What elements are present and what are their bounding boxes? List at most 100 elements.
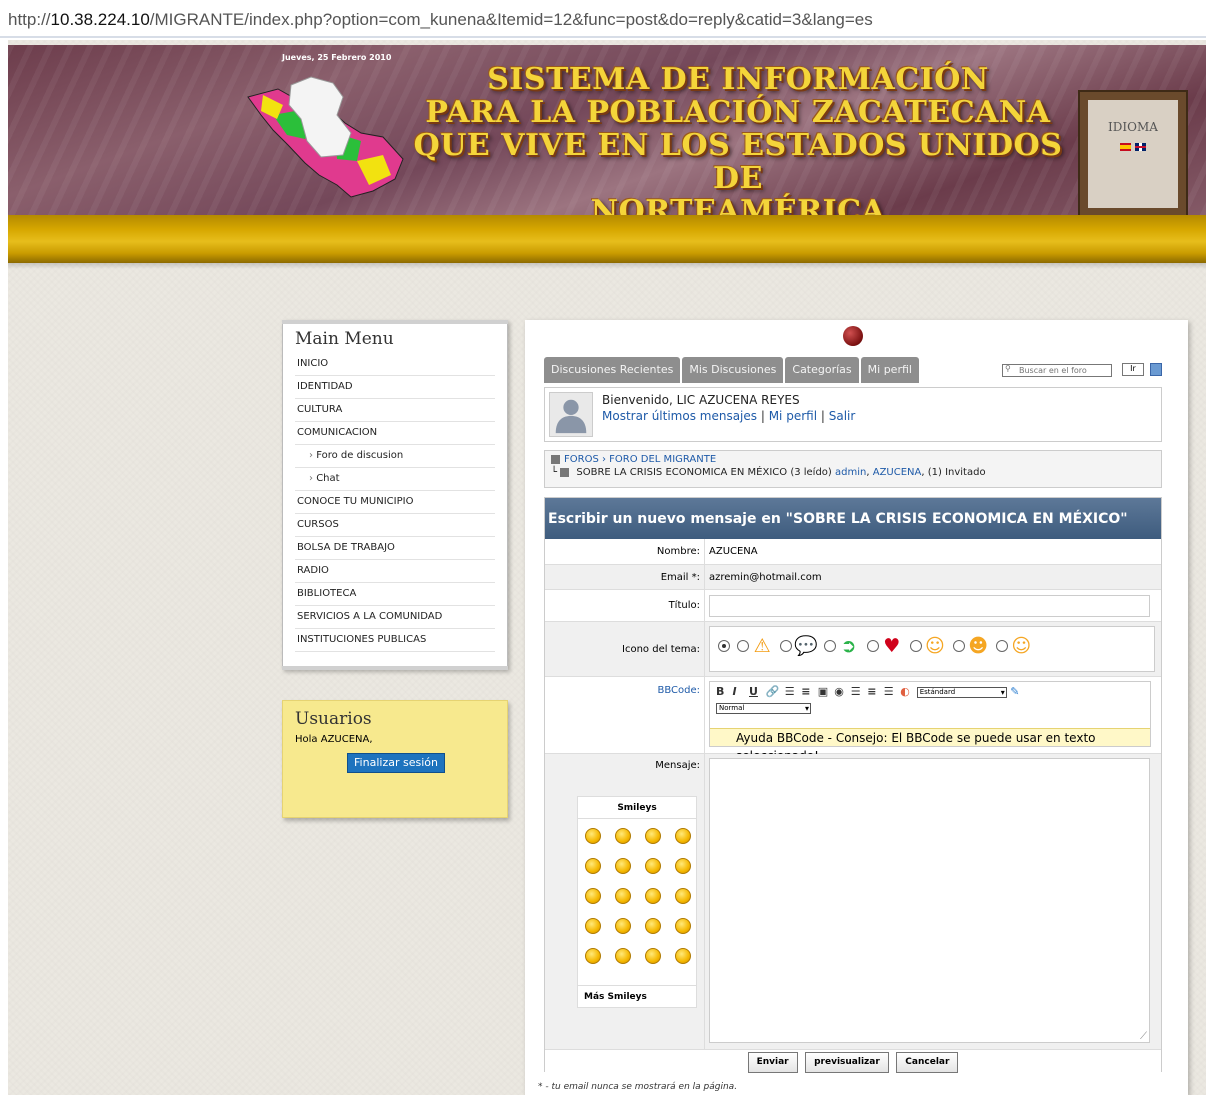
submit-button[interactable]: Enviar (747, 1052, 798, 1073)
smiley-icon[interactable] (615, 888, 631, 904)
smiley-icon[interactable] (645, 858, 661, 874)
smiley-icon[interactable] (645, 888, 661, 904)
topic-icon-choices: ⚠ 💬 ➲ ♥ ☺ ☻ ☺ (709, 626, 1155, 672)
search-input[interactable] (1002, 364, 1112, 377)
menu-item-municipio[interactable]: CONOCE TU MUNICIPIO (295, 491, 495, 514)
icon-radio-grin[interactable] (953, 640, 966, 652)
spanish-flag-icon[interactable] (1119, 142, 1131, 151)
smiley-icon[interactable] (645, 828, 661, 844)
smiley-icon[interactable] (615, 948, 631, 964)
topic-icon (560, 467, 570, 477)
icon-radio-heart[interactable] (866, 640, 879, 652)
smiley-icon[interactable] (585, 888, 601, 904)
menu-item-bolsa[interactable]: BOLSA DE TRABAJO (295, 537, 495, 560)
title-input[interactable] (709, 595, 1150, 617)
bullet-list-icon[interactable]: ☰ (785, 685, 796, 698)
preview-button[interactable]: previsualizar (805, 1052, 889, 1073)
smiley-icon[interactable] (585, 828, 601, 844)
icon-radio-happy[interactable] (996, 640, 1009, 652)
menu-item-radio[interactable]: RADIO (295, 560, 495, 583)
italic-icon[interactable]: I (733, 685, 744, 698)
uk-flag-icon[interactable] (1135, 142, 1147, 151)
logout-button[interactable]: Finalizar sesión (347, 753, 445, 773)
menu-item-instituciones[interactable]: INSTITUCIONES PUBLICAS (295, 629, 495, 652)
smiley-icon[interactable] (615, 918, 631, 934)
crumb-author-admin[interactable]: admin (835, 467, 866, 478)
users-greeting: Hola AZUCENA, (295, 734, 373, 745)
message-row: Mensaje: Smileys Más Smileys (545, 754, 1161, 1050)
bold-icon[interactable]: B (716, 685, 727, 698)
menu-item-identidad[interactable]: IDENTIDAD (295, 376, 495, 399)
align-center-icon[interactable]: ≡ (867, 685, 878, 698)
menu-item-foro[interactable]: Foro de discusion (295, 445, 495, 468)
tab-profile[interactable]: Mi perfil (860, 357, 919, 383)
color-palette-icon[interactable]: ◐ (900, 685, 911, 698)
underline-icon[interactable]: U (749, 685, 760, 698)
advanced-search-icon[interactable] (1150, 363, 1162, 376)
crumb-topic: SOBRE LA CRISIS ECONOMICA EN MÉXICO (576, 467, 788, 478)
smiley-icon[interactable] (675, 828, 691, 844)
bbcode-label[interactable]: BBCode: (545, 677, 705, 753)
cancel-button[interactable]: Cancelar (896, 1052, 959, 1073)
logout-link[interactable]: Salir (829, 409, 856, 423)
smileys-grid (578, 819, 696, 971)
smiley-icon[interactable] (585, 858, 601, 874)
smiley-icon[interactable] (675, 888, 691, 904)
crumb-guests: (1) Invitado (927, 467, 986, 478)
icon-radio-warning[interactable] (737, 640, 750, 652)
email-footnote: * - tu email nunca se mostrará en la pág… (538, 1082, 738, 1092)
smiley-icon[interactable] (645, 918, 661, 934)
spellcheck-icon[interactable]: ✎ (1010, 685, 1021, 698)
smiley-icon[interactable] (675, 858, 691, 874)
more-smileys-link[interactable]: Más Smileys (578, 985, 696, 1007)
link-icon[interactable]: 🔗 (766, 685, 780, 698)
latest-messages-link[interactable]: Mostrar últimos mensajes (602, 409, 757, 423)
menu-item-chat[interactable]: Chat (295, 468, 495, 491)
smiley-icon[interactable] (615, 858, 631, 874)
smileys-heading: Smileys (578, 797, 696, 819)
size-select[interactable]: Normal (716, 702, 811, 714)
url-host: 10.38.224.10 (50, 10, 150, 29)
align-left-icon[interactable]: ☰ (851, 685, 862, 698)
search-go-button[interactable]: Ir (1122, 363, 1144, 376)
main-menu-title: Main Menu (295, 329, 394, 349)
align-right-icon[interactable]: ☰ (884, 685, 895, 698)
title-label: Título: (545, 590, 705, 621)
menu-item-biblioteca[interactable]: BIBLIOTECA (295, 583, 495, 606)
menu-item-cultura[interactable]: CULTURA (295, 399, 495, 422)
avatar (549, 392, 593, 437)
tab-categories[interactable]: Categorías (785, 357, 859, 383)
globe-icon[interactable]: ◉ (834, 685, 845, 698)
smiley-icon[interactable] (675, 918, 691, 934)
address-bar[interactable]: http://10.38.224.10/MIGRANTE/index.php?o… (0, 0, 1206, 38)
crumb-category[interactable]: FORO DEL MIGRANTE (609, 454, 716, 465)
my-profile-link[interactable]: Mi perfil (769, 409, 817, 423)
smiley-icon[interactable] (585, 918, 601, 934)
email-label: Email *: (545, 565, 705, 589)
crumb-author-azucena[interactable]: AZUCENA (873, 467, 922, 478)
smiley-icon[interactable] (585, 948, 601, 964)
icon-radio-smile[interactable] (909, 640, 922, 652)
smiley-icon[interactable] (675, 948, 691, 964)
smiley-icon[interactable] (645, 948, 661, 964)
tab-recent[interactable]: Discusiones Recientes (544, 357, 681, 383)
icon-radio-default[interactable] (718, 640, 730, 652)
icon-radio-arrow[interactable] (823, 640, 836, 652)
forum-tabs: Discusiones Recientes Mis Discusiones Ca… (544, 357, 921, 383)
numbered-list-icon[interactable]: ≡ (801, 685, 812, 698)
smiley-icon[interactable] (615, 828, 631, 844)
menu-item-comunicacion[interactable]: COMUNICACION (295, 422, 495, 445)
menu-item-inicio[interactable]: INICIO (295, 353, 495, 376)
font-select[interactable]: Estándard (916, 686, 1007, 698)
warning-icon: ⚠ (753, 635, 771, 657)
message-textarea[interactable] (709, 758, 1150, 1043)
grin-icon: ☻ (968, 635, 989, 657)
crumb-views: (3 leído) (790, 467, 832, 478)
image-icon[interactable]: ▣ (818, 685, 829, 698)
crumb-forums[interactable]: FOROS (564, 454, 599, 465)
welcome-text: Bienvenido, LIC AZUCENA REYES (602, 393, 800, 407)
menu-item-cursos[interactable]: CURSOS (295, 514, 495, 537)
menu-item-servicios[interactable]: SERVICIOS A LA COMUNIDAD (295, 606, 495, 629)
icon-radio-question[interactable] (780, 640, 793, 652)
tab-my-discussions[interactable]: Mis Discusiones (682, 357, 784, 383)
